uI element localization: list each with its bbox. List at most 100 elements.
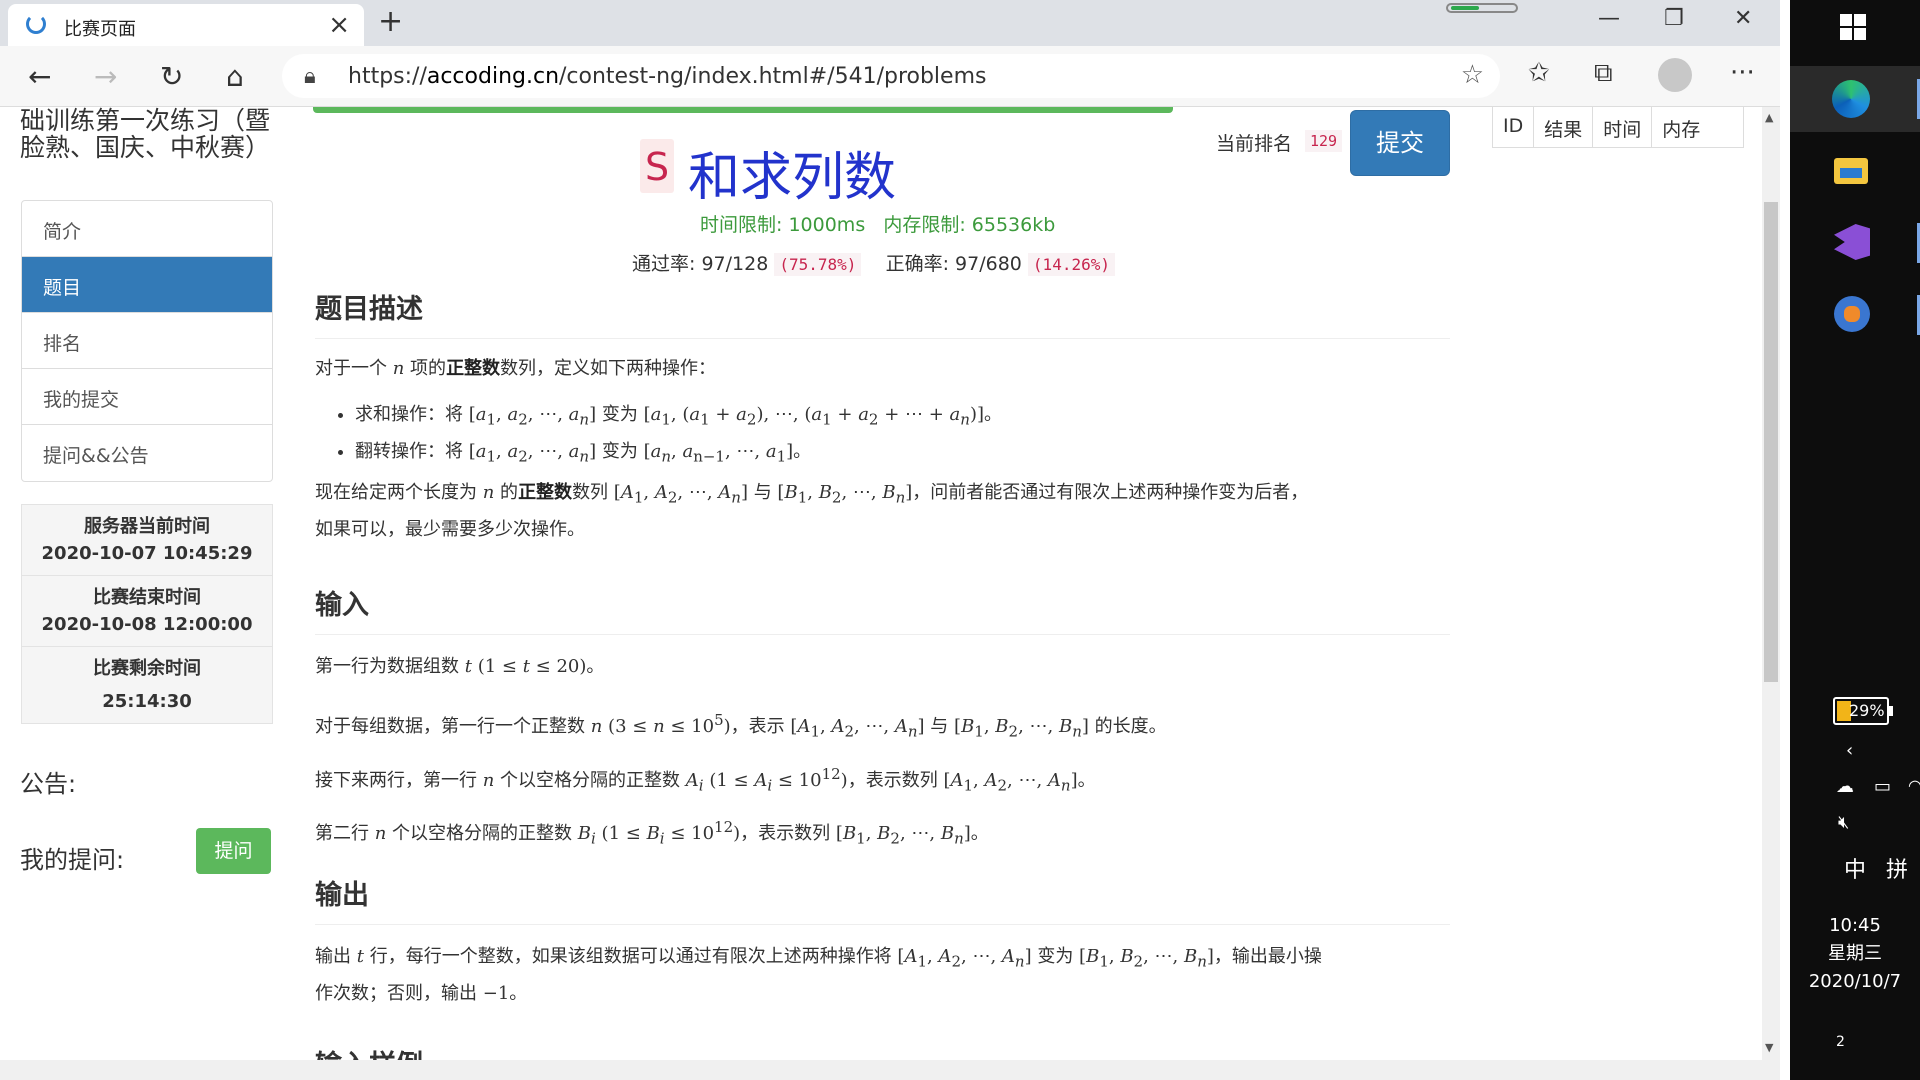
favorite-star-icon[interactable]: ☆ bbox=[1461, 60, 1484, 90]
clock-date: 2020/10/7 bbox=[1808, 971, 1902, 992]
problem-letter: S bbox=[640, 139, 674, 193]
scroll-up-arrow-icon[interactable]: ▲ bbox=[1765, 111, 1773, 124]
server-time-label: 服务器当前时间 bbox=[84, 516, 210, 537]
column-result: 结果 bbox=[1534, 107, 1594, 147]
start-button[interactable] bbox=[1790, 0, 1920, 66]
page-viewport: 础训练第一次练习（暨脸熟、国庆、中秋赛） 简介 题目 排名 我的提交 提问&&公… bbox=[0, 107, 1760, 1060]
notification-center-icon[interactable]: 2 bbox=[1836, 1020, 1845, 1053]
clock-time: 10:45 bbox=[1829, 915, 1881, 936]
horizontal-scrollbar[interactable] bbox=[0, 1060, 1780, 1080]
battery-icon[interactable]: ▭ bbox=[1874, 776, 1891, 797]
sample-input-heading: 输入样例 bbox=[315, 1043, 1450, 1060]
contest-title: 础训练第一次练习（暨脸熟、国庆、中秋赛） bbox=[20, 107, 271, 162]
minimize-button[interactable]: — bbox=[1598, 6, 1620, 31]
end-time-value: 2020-10-08 12:00:00 bbox=[41, 614, 253, 635]
chevron-left-icon[interactable]: ‹ bbox=[1846, 740, 1853, 761]
cloud-icon[interactable]: ☁ bbox=[1836, 776, 1854, 797]
edge-browser-icon bbox=[1832, 80, 1870, 118]
collections-icon[interactable]: ⧉ bbox=[1594, 58, 1613, 89]
description-text: 对于一个 n 项的正整数数列，定义如下两种操作： bbox=[315, 358, 717, 379]
menu-item-rank[interactable]: 排名 bbox=[22, 313, 272, 369]
pass-rate-badge: (75.78%) bbox=[774, 253, 862, 276]
back-button[interactable]: ← bbox=[28, 60, 51, 93]
problem-tab-strip[interactable] bbox=[313, 107, 1173, 113]
new-tab-button[interactable]: + bbox=[378, 4, 403, 39]
result-table-header: ID 结果 时间 内存 bbox=[1492, 107, 1744, 148]
rank-label: 当前排名 bbox=[1216, 133, 1293, 155]
taskbar-app[interactable] bbox=[1790, 282, 1920, 348]
ime-mode[interactable]: 拼 bbox=[1886, 852, 1908, 884]
input-heading: 输入 bbox=[315, 583, 1450, 635]
address-bar[interactable]: 🔒︎ https://accoding.cn/contest-ng/index.… bbox=[282, 54, 1500, 98]
scroll-down-arrow-icon[interactable]: ▼ bbox=[1765, 1041, 1773, 1054]
operations-list: 求和操作：将 [a1, a2, ⋯, an] 变为 [a1, (a1 + a2)… bbox=[315, 399, 1450, 472]
windows-logo-icon bbox=[1840, 14, 1866, 40]
column-id: ID bbox=[1493, 107, 1535, 147]
end-time-label: 比赛结束时间 bbox=[93, 587, 201, 608]
description-question: 现在给定两个长度为 n 的正整数数列 [A1, A2, ⋯, An] 与 [B1… bbox=[315, 482, 1309, 540]
scrollbar-thumb[interactable] bbox=[1764, 202, 1778, 682]
vertical-scrollbar[interactable]: ▲ ▼ bbox=[1762, 107, 1780, 1060]
tab-title: 比赛页面 bbox=[64, 19, 136, 40]
windows-taskbar: 29% ‹ ☁ ▭ ◠ 🔇︎ 中 拼 10:45 星期三 2020/10/7 2 bbox=[1790, 0, 1920, 1080]
clock-weekday: 星期三 bbox=[1828, 943, 1882, 964]
tab-indicator-icon bbox=[1446, 3, 1518, 13]
server-time-value: 2020-10-07 10:45:29 bbox=[41, 543, 253, 564]
remaining-time-value: 25:14:30 bbox=[102, 691, 192, 712]
menu-item-problems[interactable]: 题目 bbox=[22, 257, 272, 313]
ask-question-button[interactable]: 提问 bbox=[196, 828, 271, 874]
url-text[interactable]: https://accoding.cn/contest-ng/index.htm… bbox=[348, 64, 986, 89]
server-time-block: 服务器当前时间 2020-10-07 10:45:29 bbox=[22, 505, 272, 576]
input-line-2: 对于每组数据，第一行一个正整数 n (3 ≤ n ≤ 105)，表示 [A1, … bbox=[315, 711, 1167, 741]
wifi-icon[interactable]: ◠ bbox=[1908, 776, 1920, 795]
menu-item-questions[interactable]: 提问&&公告 bbox=[22, 425, 272, 481]
browser-toolbar: ← → ↻ ⌂ 🔒︎ https://accoding.cn/contest-n… bbox=[0, 46, 1780, 107]
taskbar-explorer[interactable] bbox=[1790, 138, 1920, 204]
end-time-block: 比赛结束时间 2020-10-08 12:00:00 bbox=[22, 576, 272, 647]
remaining-time-label: 比赛剩余时间 bbox=[93, 658, 201, 679]
problem-name: 和求列数 bbox=[688, 148, 897, 208]
contest-menu: 简介 题目 排名 我的提交 提问&&公告 bbox=[21, 200, 273, 482]
tab-strip: 比赛页面 × + — ❐ ✕ bbox=[0, 0, 1780, 46]
close-window-button[interactable]: ✕ bbox=[1734, 6, 1752, 31]
taskbar-clock[interactable]: 10:45 星期三 2020/10/7 bbox=[1790, 912, 1920, 996]
input-line-3: 接下来两行，第一行 n 个以空格分隔的正整数 Ai (1 ≤ Ai ≤ 1012… bbox=[315, 765, 1096, 795]
notification-count: 2 bbox=[1836, 1034, 1845, 1050]
output-text: 输出 t 行，每行一个整数，如果该组数据可以通过有限次上述两种操作将 [A1, … bbox=[315, 946, 1322, 1004]
file-explorer-icon bbox=[1834, 158, 1868, 184]
rank-badge: 129 bbox=[1305, 130, 1343, 152]
refresh-button[interactable]: ↻ bbox=[160, 60, 183, 93]
browser-tab[interactable]: 比赛页面 × bbox=[8, 4, 364, 46]
taskbar-edge[interactable] bbox=[1790, 66, 1920, 132]
menu-item-intro[interactable]: 简介 bbox=[22, 201, 272, 257]
remaining-time-block: 比赛剩余时间 25:14:30 bbox=[22, 647, 272, 723]
ime-language[interactable]: 中 bbox=[1844, 852, 1866, 884]
menu-item-my-submissions[interactable]: 我的提交 bbox=[22, 369, 272, 425]
output-heading: 输出 bbox=[315, 873, 1450, 925]
battery-percent: 29% bbox=[1849, 701, 1885, 720]
problem-stats: 通过率: 97/128 (75.78%) 正确率: 97/680 (14.26%… bbox=[632, 249, 1115, 276]
input-line-1: 第一行为数据组数 t (1 ≤ t ≤ 20)。 bbox=[315, 656, 605, 677]
more-menu-icon[interactable]: ··· bbox=[1730, 58, 1755, 88]
battery-indicator[interactable]: 29% bbox=[1833, 697, 1893, 725]
volume-muted-icon[interactable]: 🔇︎ bbox=[1838, 812, 1849, 833]
column-memory: 内存 bbox=[1662, 119, 1701, 141]
visual-studio-icon bbox=[1834, 224, 1870, 260]
submit-button[interactable]: 提交 bbox=[1350, 110, 1450, 176]
taskbar-visual-studio[interactable] bbox=[1790, 210, 1920, 276]
notice-label: 公告: bbox=[20, 770, 77, 798]
app-icon bbox=[1834, 296, 1870, 332]
input-line-4: 第二行 n 个以空格分隔的正整数 Bi (1 ≤ Bi ≤ 1012)，表示数列… bbox=[315, 818, 989, 848]
site-favicon-icon bbox=[26, 14, 46, 34]
home-button[interactable]: ⌂ bbox=[226, 60, 244, 93]
my-questions-label: 我的提问: bbox=[20, 846, 125, 874]
restore-button[interactable]: ❐ bbox=[1664, 6, 1684, 31]
profile-avatar[interactable] bbox=[1658, 58, 1692, 92]
forward-button[interactable]: → bbox=[94, 60, 117, 93]
close-tab-icon[interactable]: × bbox=[328, 10, 350, 40]
contest-time-panel: 服务器当前时间 2020-10-07 10:45:29 比赛结束时间 2020-… bbox=[21, 504, 273, 724]
lock-icon: 🔒︎ bbox=[304, 64, 316, 89]
problem-limits: 时间限制: 1000ms 内存限制: 65536kb bbox=[700, 214, 1056, 236]
favorites-icon[interactable]: ✩ bbox=[1528, 58, 1550, 88]
correct-rate-badge: (14.26%) bbox=[1027, 253, 1115, 276]
